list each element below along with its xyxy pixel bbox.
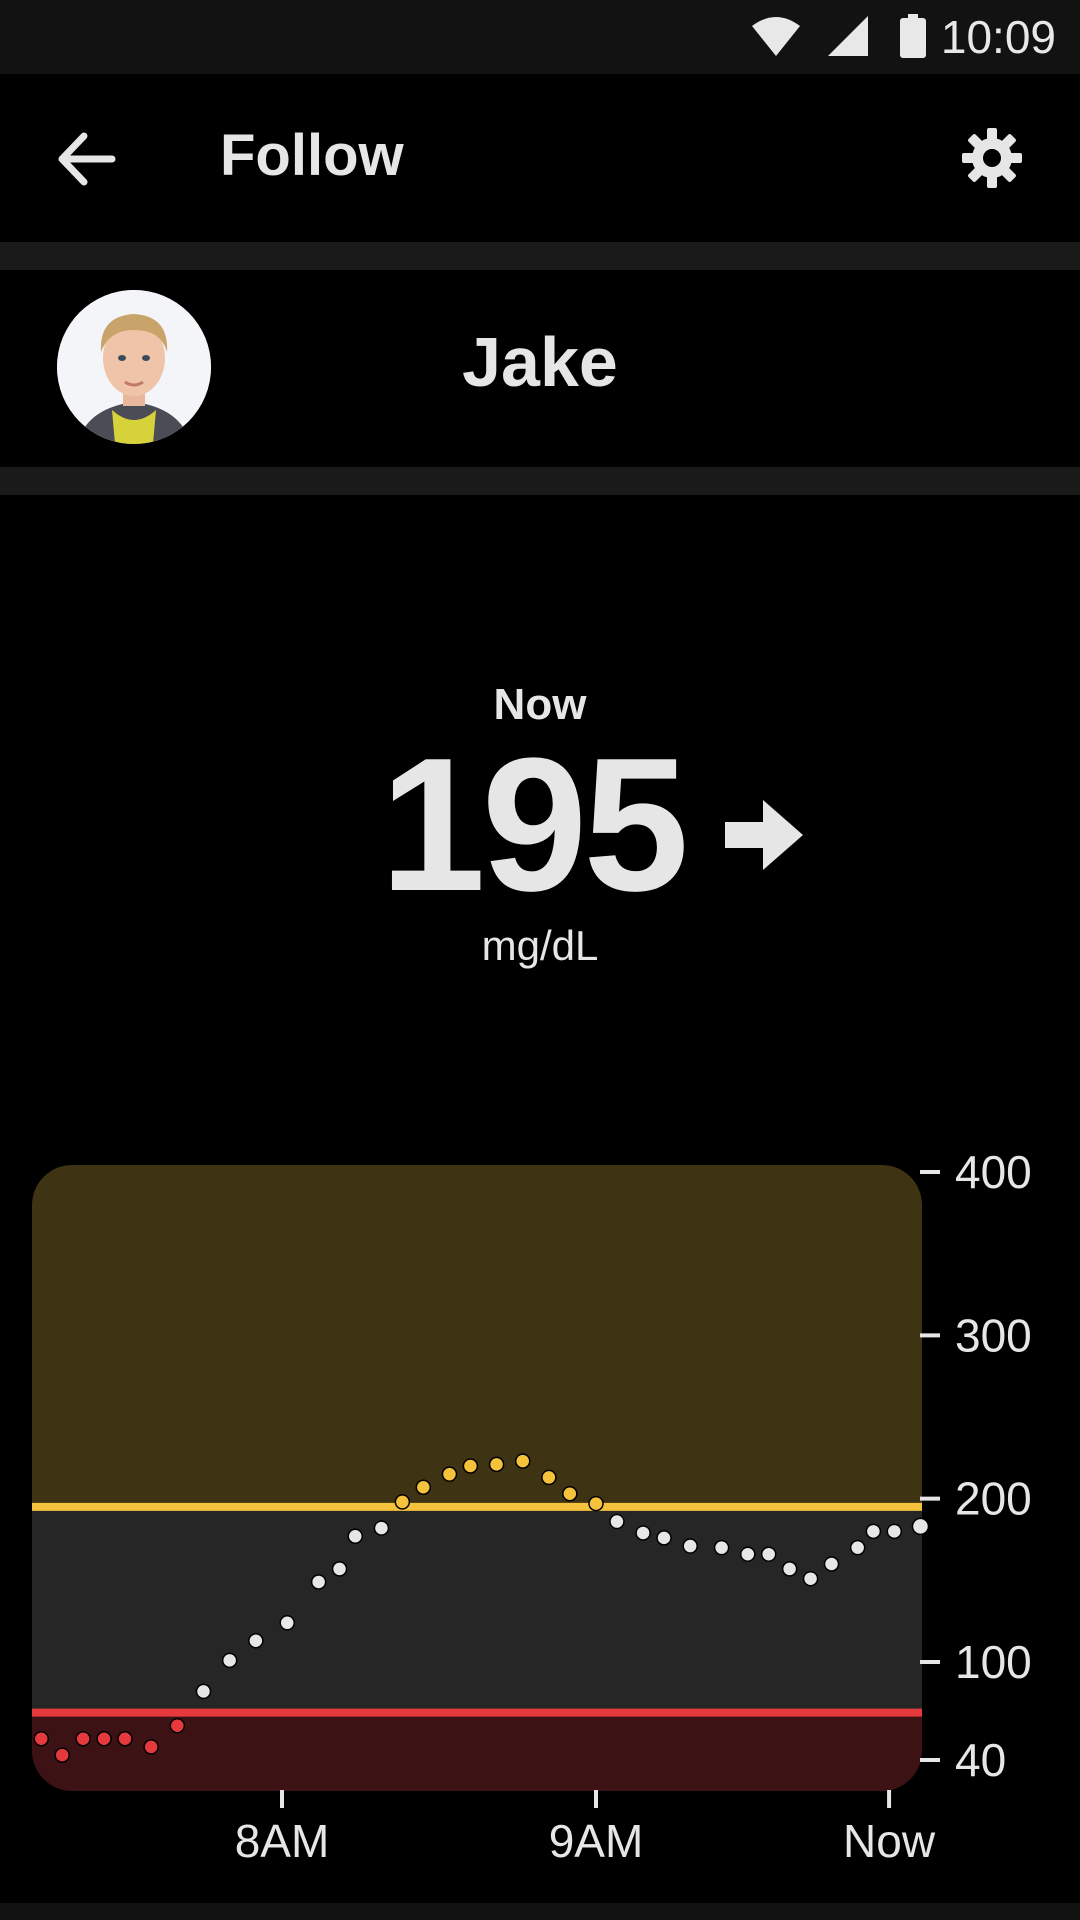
data-point [865,1523,882,1540]
status-bar: 10:09 [0,0,1080,74]
in-range-zone [32,1506,922,1713]
divider [0,242,1080,270]
y-tick-label: 300 [955,1309,1032,1361]
status-time: 10:09 [940,11,1056,63]
latest-data-point [911,1517,930,1536]
bottom-bar [0,1903,1080,1920]
data-point [441,1466,458,1482]
y-tick-label: 100 [955,1636,1032,1688]
data-point [415,1479,432,1495]
data-point [462,1458,479,1474]
data-point [760,1546,777,1562]
profile-row[interactable]: Jake [0,270,1080,465]
data-point [656,1530,672,1546]
data-point [886,1523,903,1540]
wifi-icon [752,17,800,56]
data-point [849,1539,866,1556]
data-point [195,1683,212,1700]
arrow-right-icon [725,800,803,870]
data-point [514,1453,531,1469]
data-point [279,1615,295,1631]
data-point [802,1570,819,1587]
y-tick-label: 40 [955,1734,1006,1786]
data-point [682,1538,698,1554]
data-point [347,1528,364,1544]
gear-icon[interactable] [960,126,1024,190]
battery-icon [900,14,926,58]
divider [0,467,1080,495]
x-axis: 8AM 9AM Now [235,1790,936,1867]
page-title: Follow [220,123,404,188]
data-point [781,1561,798,1577]
data-point [562,1486,578,1502]
glucose-chart: 400 300 200 100 40 8AM 9AM Now [32,1146,1032,1867]
data-point [588,1495,604,1512]
data-point [394,1494,411,1510]
x-tick-label: 9AM [549,1815,644,1867]
data-point [609,1513,625,1530]
data-point [54,1747,70,1763]
data-point [373,1520,390,1536]
data-point [331,1561,348,1577]
data-point [823,1556,840,1572]
data-point [248,1633,264,1649]
data-point [541,1469,557,1486]
x-tick-label: Now [843,1815,936,1867]
data-point [169,1717,186,1734]
glucose-unit: mg/dL [481,922,599,969]
profile-name: Jake [462,323,618,401]
data-point [221,1652,238,1669]
data-point [740,1546,756,1562]
glucose-value: 195 [380,719,689,931]
data-point [713,1539,730,1556]
data-point [75,1731,91,1747]
data-point [143,1739,159,1755]
signal-icon [828,16,868,56]
data-point [33,1731,50,1747]
y-tick-label: 400 [955,1146,1032,1198]
y-tick-label: 200 [955,1473,1032,1525]
app-bar: Follow [0,74,1080,239]
x-tick-label: 8AM [235,1815,330,1867]
data-point [117,1731,133,1747]
data-point [96,1731,112,1747]
low-zone [32,1712,922,1791]
data-point [310,1574,327,1590]
high-zone [32,1165,922,1507]
data-point [488,1456,505,1473]
y-axis: 400 300 200 100 40 [920,1146,1032,1786]
data-point [635,1525,651,1541]
arrow-left-icon[interactable] [52,124,122,194]
